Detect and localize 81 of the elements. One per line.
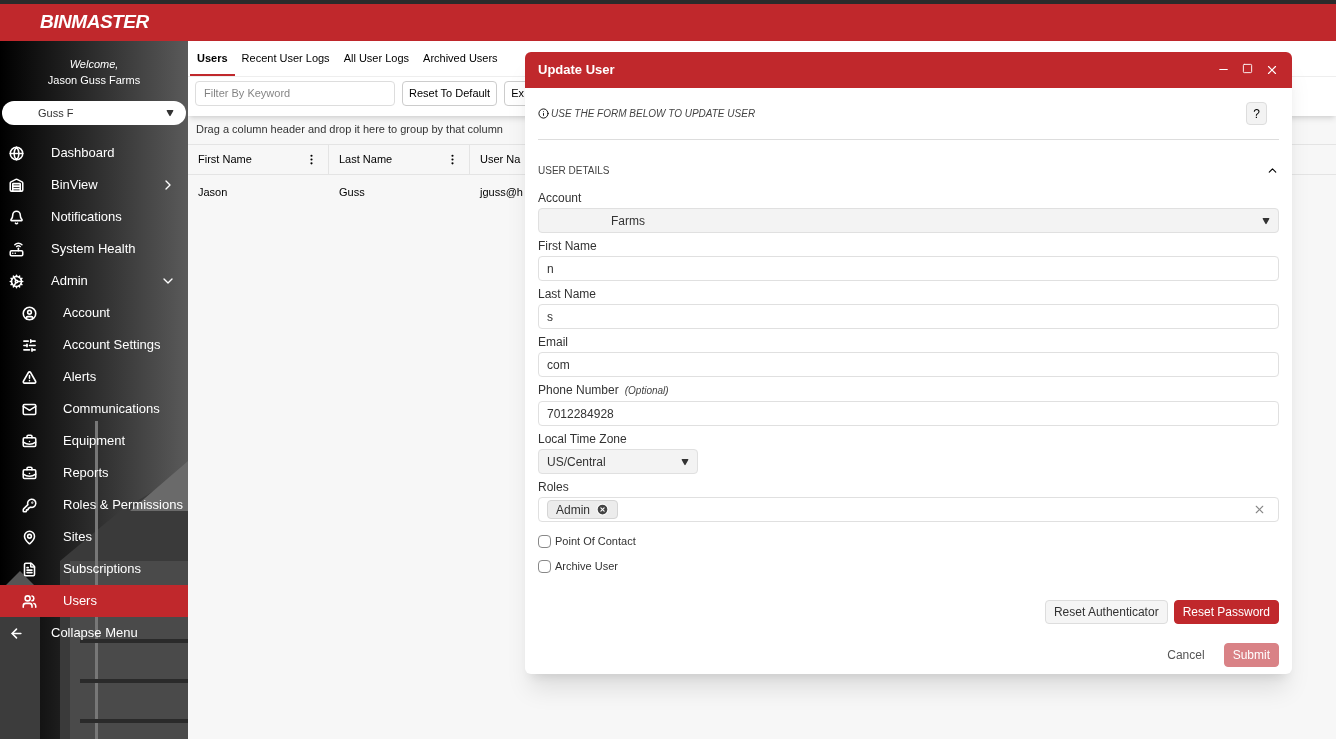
checkbox[interactable] xyxy=(538,535,551,548)
sidebar-item[interactable]: Users xyxy=(0,585,188,617)
tab[interactable]: Users xyxy=(190,50,235,76)
info-icon xyxy=(538,108,549,119)
sidebar-item[interactable]: Collapse Menu xyxy=(0,617,188,649)
account-select[interactable]: Farms xyxy=(538,208,1279,233)
pin-icon xyxy=(22,529,37,545)
tab[interactable]: All User Logs xyxy=(336,50,417,76)
router-icon xyxy=(9,241,24,257)
maximize-icon[interactable] xyxy=(1242,63,1253,74)
action-button[interactable]: Cancel xyxy=(1158,643,1214,667)
table-cell-text: jguss@h xyxy=(478,185,524,201)
table-cell-text: Guss xyxy=(338,185,366,201)
checkbox-label: Archive User xyxy=(555,559,618,575)
logo[interactable]: BINMASTER xyxy=(40,8,149,37)
sidebar-item[interactable]: Notifications xyxy=(0,201,188,233)
toolbox-icon xyxy=(22,465,37,481)
field-label: Local Time Zone xyxy=(538,431,627,447)
sidebar-item[interactable]: Communications xyxy=(0,393,188,425)
column-header[interactable]: First Name xyxy=(188,144,329,174)
users-icon xyxy=(22,593,37,609)
timezone-select[interactable]: US/Central xyxy=(538,449,698,474)
field-label: Roles xyxy=(538,479,569,495)
input-field[interactable]: com xyxy=(538,352,1279,377)
help-button[interactable]: ? xyxy=(1246,102,1267,125)
mail-icon xyxy=(22,401,37,417)
sidebar-item[interactable]: Equipment xyxy=(0,425,188,457)
key-icon xyxy=(22,497,37,513)
sidebar-item[interactable]: System Health xyxy=(0,233,188,265)
column-header[interactable]: Last Name xyxy=(329,144,470,174)
sliders-icon xyxy=(22,337,37,353)
optional-note: (Optional) xyxy=(624,384,669,398)
document-icon xyxy=(22,561,37,577)
account-name: Jason Guss Farms xyxy=(47,73,141,88)
close-icon[interactable] xyxy=(1265,63,1279,77)
input-field[interactable]: n xyxy=(538,256,1279,281)
tab[interactable]: Archived Users xyxy=(416,50,505,76)
table-cell-text: Jason xyxy=(197,185,229,201)
action-button[interactable]: Reset Authenticator xyxy=(1044,600,1168,624)
search-field[interactable]: Filter By Keyword xyxy=(195,80,395,106)
field-label: Email xyxy=(538,334,568,350)
sidebar-item[interactable]: BinView xyxy=(0,169,188,201)
sidebar-item[interactable]: Sites xyxy=(0,521,188,553)
sidebar-item[interactable]: Account Settings xyxy=(0,329,188,361)
remove-icon[interactable] xyxy=(596,503,609,516)
warning-icon xyxy=(22,369,37,385)
dropdown-caret-icon xyxy=(681,457,689,466)
checkbox-label: Point Of Contact xyxy=(555,534,636,550)
tab[interactable]: Recent User Logs xyxy=(234,50,337,76)
account-select[interactable]: Guss F xyxy=(2,101,186,125)
field-label: Last Name xyxy=(538,286,597,302)
info-text: USE THE FORM BELOW TO UPDATE USER xyxy=(551,107,756,121)
input-field[interactable]: 7012284928 xyxy=(538,401,1279,426)
sidebar-item[interactable]: Account xyxy=(0,297,188,329)
action-button[interactable]: Reset Password xyxy=(1173,600,1279,624)
globe-icon xyxy=(9,145,24,161)
roles-field[interactable]: Admin xyxy=(538,497,1279,522)
bell-icon xyxy=(9,209,24,225)
checkbox[interactable] xyxy=(538,560,551,573)
sidebar-item[interactable]: Reports xyxy=(0,457,188,489)
toolbox-icon xyxy=(22,433,37,449)
gear-icon xyxy=(9,273,24,289)
sidebar-item[interactable]: Roles & Permissions xyxy=(0,489,188,521)
sidebar-item[interactable]: Admin xyxy=(0,265,188,297)
group-hint: Drag a column header and drop it here to group by that column xyxy=(195,121,504,137)
toolbar-button[interactable]: Reset To Default xyxy=(402,80,498,106)
dropdown-caret-icon xyxy=(166,109,174,117)
role-tag[interactable]: Admin xyxy=(547,500,618,519)
sidebar-item[interactable]: Dashboard xyxy=(0,137,188,169)
field-label: Phone Number xyxy=(538,382,619,398)
input-field[interactable]: s xyxy=(538,304,1279,329)
dropdown-caret-icon xyxy=(1262,216,1270,225)
dialog-title: Update User xyxy=(538,61,615,80)
sidebar-item[interactable]: Alerts xyxy=(0,361,188,393)
user-icon xyxy=(22,305,37,321)
section-title: USER DETAILS xyxy=(538,163,610,178)
field-label: Account xyxy=(538,190,582,206)
field-label: First Name xyxy=(538,238,597,254)
welcome-text: Welcome, xyxy=(69,57,119,72)
sidebar-item[interactable]: Subscriptions xyxy=(0,553,188,585)
clear-icon[interactable] xyxy=(1253,503,1266,516)
